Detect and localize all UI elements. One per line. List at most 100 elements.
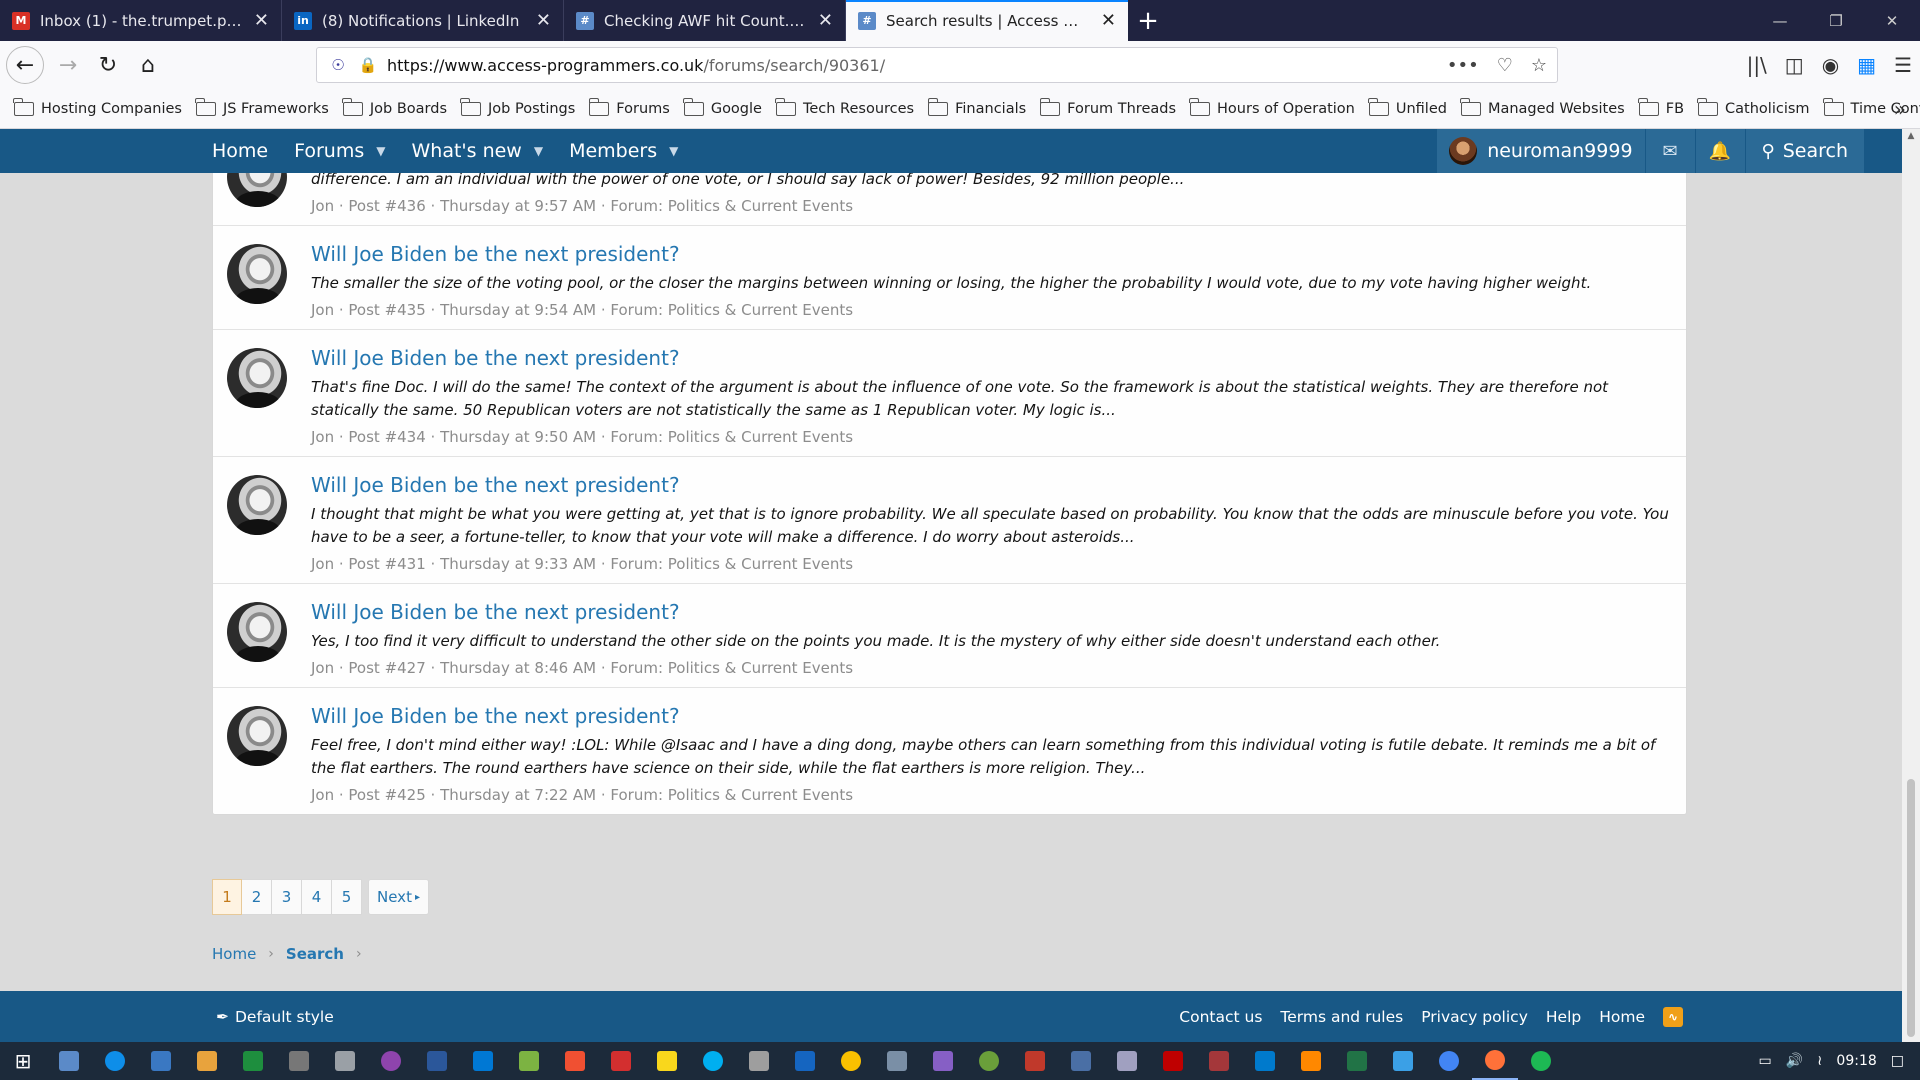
browser-tab[interactable]: M Inbox (1) - the.trumpet.player.a ✕ xyxy=(0,0,282,41)
taskbar-app[interactable] xyxy=(46,1042,92,1080)
clock[interactable]: 09:18 xyxy=(1836,1053,1876,1069)
bookmark-folder[interactable]: Tech Resources xyxy=(775,97,914,117)
taskbar-app[interactable] xyxy=(1288,1042,1334,1080)
bookmark-folder[interactable]: Unfiled xyxy=(1368,97,1447,117)
taskbar-app[interactable] xyxy=(1518,1042,1564,1080)
taskbar-app[interactable] xyxy=(276,1042,322,1080)
bookmark-folder[interactable]: Managed Websites xyxy=(1460,97,1625,117)
page-link[interactable]: 3 xyxy=(272,879,302,915)
footer-link-privacy[interactable]: Privacy policy xyxy=(1421,1008,1528,1026)
author-avatar[interactable] xyxy=(227,706,287,766)
battery-icon[interactable]: ▭ xyxy=(1758,1053,1771,1069)
bookmark-star-icon[interactable]: ☆ xyxy=(1531,55,1547,76)
result-title-link[interactable]: Will Joe Biden be the next president? xyxy=(311,346,1672,370)
home-button[interactable]: ⌂ xyxy=(128,45,168,85)
nav-tab[interactable]: Members ▼ xyxy=(569,140,678,162)
nav-tab[interactable]: Forums ▼ xyxy=(294,140,385,162)
taskbar-app[interactable] xyxy=(1012,1042,1058,1080)
taskbar-app[interactable] xyxy=(414,1042,460,1080)
address-bar[interactable]: ☉ 🔒 https://www.access-programmers.co.uk… xyxy=(316,47,1558,83)
volume-icon[interactable]: 🔊 xyxy=(1786,1053,1803,1069)
page-link[interactable]: 1 xyxy=(212,879,242,915)
bookmark-folder[interactable]: Financials xyxy=(927,97,1026,117)
taskbar-app[interactable] xyxy=(1380,1042,1426,1080)
taskbar-app[interactable] xyxy=(92,1042,138,1080)
taskbar-app[interactable] xyxy=(230,1042,276,1080)
result-title-link[interactable]: Will Joe Biden be the next president? xyxy=(311,473,1672,497)
chevron-down-icon[interactable]: ▼ xyxy=(376,144,385,158)
restore-button[interactable]: ❐ xyxy=(1808,0,1864,41)
result-title-link[interactable]: Will Joe Biden be the next president? xyxy=(311,600,1672,624)
tracking-protection-icon[interactable]: ☉ xyxy=(327,56,349,74)
nav-tab[interactable]: What's new ▼ xyxy=(411,140,543,162)
pocket-icon[interactable]: ♡ xyxy=(1497,55,1513,76)
new-tab-button[interactable]: + xyxy=(1128,0,1168,41)
menu-icon[interactable]: ☰ xyxy=(1894,53,1912,77)
bookmark-folder[interactable]: Hours of Operation xyxy=(1189,97,1355,117)
footer-link-terms[interactable]: Terms and rules xyxy=(1280,1008,1403,1026)
wifi-icon[interactable]: ≀ xyxy=(1817,1053,1822,1069)
windows-start-icon[interactable]: ⊞ xyxy=(0,1049,46,1073)
taskbar-app[interactable] xyxy=(368,1042,414,1080)
close-window-button[interactable]: ✕ xyxy=(1864,0,1920,41)
close-tab-icon[interactable]: ✕ xyxy=(536,10,551,31)
taskbar-app[interactable] xyxy=(920,1042,966,1080)
taskbar-app[interactable] xyxy=(1334,1042,1380,1080)
page-link[interactable]: 5 xyxy=(332,879,362,915)
bookmark-folder[interactable]: FB xyxy=(1638,97,1684,117)
next-page-button[interactable]: Next ▸ xyxy=(368,879,429,915)
result-title-link[interactable]: Will Joe Biden be the next president? xyxy=(311,242,1672,266)
reload-button[interactable]: ↻ xyxy=(88,45,128,85)
taskbar-app[interactable] xyxy=(1242,1042,1288,1080)
chevron-down-icon[interactable]: ▼ xyxy=(669,144,678,158)
alerts-button[interactable]: 🔔 xyxy=(1694,129,1745,173)
taskbar-app[interactable] xyxy=(184,1042,230,1080)
minimize-button[interactable]: — xyxy=(1752,0,1808,41)
sidebar-icon[interactable]: ◫ xyxy=(1785,53,1804,77)
back-button[interactable]: ← xyxy=(6,46,44,84)
author-avatar[interactable] xyxy=(227,348,287,408)
taskbar-app[interactable] xyxy=(552,1042,598,1080)
breadcrumb-home[interactable]: Home xyxy=(212,945,256,963)
taskbar-app[interactable] xyxy=(322,1042,368,1080)
footer-link-help[interactable]: Help xyxy=(1546,1008,1581,1026)
taskbar-app[interactable] xyxy=(506,1042,552,1080)
taskbar-app[interactable] xyxy=(1196,1042,1242,1080)
chevron-down-icon[interactable]: ▼ xyxy=(534,144,543,158)
notifications-icon[interactable]: □ xyxy=(1891,1053,1904,1069)
taskbar-app[interactable] xyxy=(138,1042,184,1080)
author-avatar[interactable] xyxy=(227,475,287,535)
page-scrollbar[interactable]: ▲ xyxy=(1902,129,1920,1042)
rss-icon[interactable]: ∿ xyxy=(1663,1006,1683,1027)
bookmark-folder[interactable]: JS Frameworks xyxy=(195,97,329,117)
taskbar-app[interactable] xyxy=(1426,1042,1472,1080)
footer-link-home[interactable]: Home xyxy=(1599,1008,1645,1026)
extensions-icon[interactable]: ▦ xyxy=(1857,53,1876,77)
library-icon[interactable]: ||\ xyxy=(1747,53,1767,77)
taskbar-app[interactable] xyxy=(736,1042,782,1080)
nav-tab[interactable]: Home xyxy=(212,140,268,162)
taskbar-app[interactable] xyxy=(1104,1042,1150,1080)
taskbar-app[interactable] xyxy=(1150,1042,1196,1080)
footer-link-contact[interactable]: Contact us xyxy=(1179,1008,1262,1026)
forward-button[interactable]: → xyxy=(48,45,88,85)
browser-tab[interactable]: # Checking AWF hit Count... | Pag ✕ xyxy=(564,0,846,41)
author-avatar[interactable] xyxy=(227,173,287,207)
page-actions-icon[interactable]: ••• xyxy=(1447,55,1479,76)
taskbar-app[interactable] xyxy=(690,1042,736,1080)
bookmark-folder[interactable]: Forum Threads xyxy=(1039,97,1176,117)
page-link[interactable]: 4 xyxy=(302,879,332,915)
taskbar-app[interactable] xyxy=(644,1042,690,1080)
bookmark-folder[interactable]: Catholicism xyxy=(1697,97,1810,117)
style-chooser-link[interactable]: ✒ Default style xyxy=(216,1008,334,1026)
taskbar-app[interactable] xyxy=(1058,1042,1104,1080)
bookmarks-overflow-icon[interactable]: » xyxy=(1894,97,1906,121)
taskbar-app[interactable] xyxy=(966,1042,1012,1080)
account-icon[interactable]: ◉ xyxy=(1822,53,1839,77)
taskbar-app[interactable] xyxy=(782,1042,828,1080)
taskbar-app[interactable] xyxy=(598,1042,644,1080)
taskbar-app[interactable] xyxy=(828,1042,874,1080)
result-title-link[interactable]: Will Joe Biden be the next president? xyxy=(311,704,1672,728)
close-tab-icon[interactable]: ✕ xyxy=(254,10,269,31)
inbox-button[interactable]: ✉ xyxy=(1644,129,1695,173)
